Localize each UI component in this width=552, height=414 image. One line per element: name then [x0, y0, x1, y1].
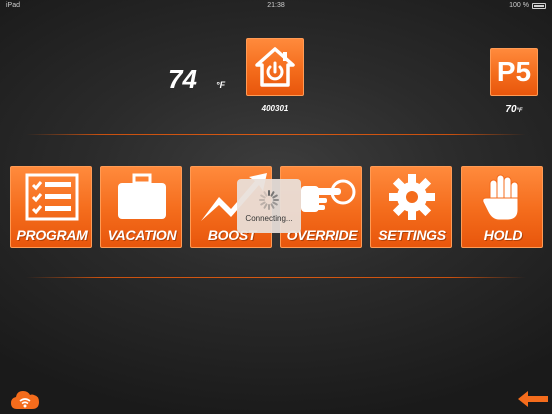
hand-stop-icon — [482, 174, 519, 221]
back-arrow-icon[interactable] — [518, 390, 548, 408]
loading-spinner-icon — [259, 189, 279, 210]
battery-percent: 100 % — [509, 2, 529, 9]
setpoint-temperature: 70°F — [490, 104, 538, 115]
suitcase-icon — [118, 173, 166, 219]
setpoint-value: 70 — [505, 104, 517, 115]
checklist-icon — [25, 173, 79, 221]
program-button[interactable]: PROGRAM — [10, 166, 92, 248]
device-id: 400301 — [261, 104, 289, 113]
home-power-icon — [255, 47, 295, 87]
settings-button[interactable]: SETTINGS — [370, 166, 452, 248]
status-bar: iPad 21:38 100 % — [0, 0, 552, 12]
bottom-divider — [26, 277, 526, 278]
settings-button-label: SETTINGS — [378, 227, 446, 243]
home-power-button[interactable] — [246, 38, 304, 96]
gear-icon — [389, 174, 435, 220]
connecting-dialog: Connecting... — [237, 179, 301, 233]
battery-icon — [532, 2, 546, 9]
connecting-text: Connecting... — [245, 213, 293, 223]
status-time: 21:38 — [267, 2, 285, 9]
vacation-button-label: VACATION — [107, 227, 177, 243]
program-badge[interactable]: P5 — [490, 48, 538, 96]
vacation-button[interactable]: VACATION — [100, 166, 182, 248]
setpoint-unit: °F — [516, 108, 523, 114]
current-temperature: 74 — [168, 64, 197, 94]
hold-button[interactable]: HOLD — [461, 166, 543, 248]
hold-button-label: HOLD — [483, 227, 523, 243]
program-button-label: PROGRAM — [16, 227, 88, 243]
cloud-wifi-icon[interactable] — [10, 388, 40, 410]
top-divider — [26, 134, 526, 135]
status-battery: 100 % — [509, 2, 546, 9]
current-temperature-unit: °F — [216, 80, 226, 90]
